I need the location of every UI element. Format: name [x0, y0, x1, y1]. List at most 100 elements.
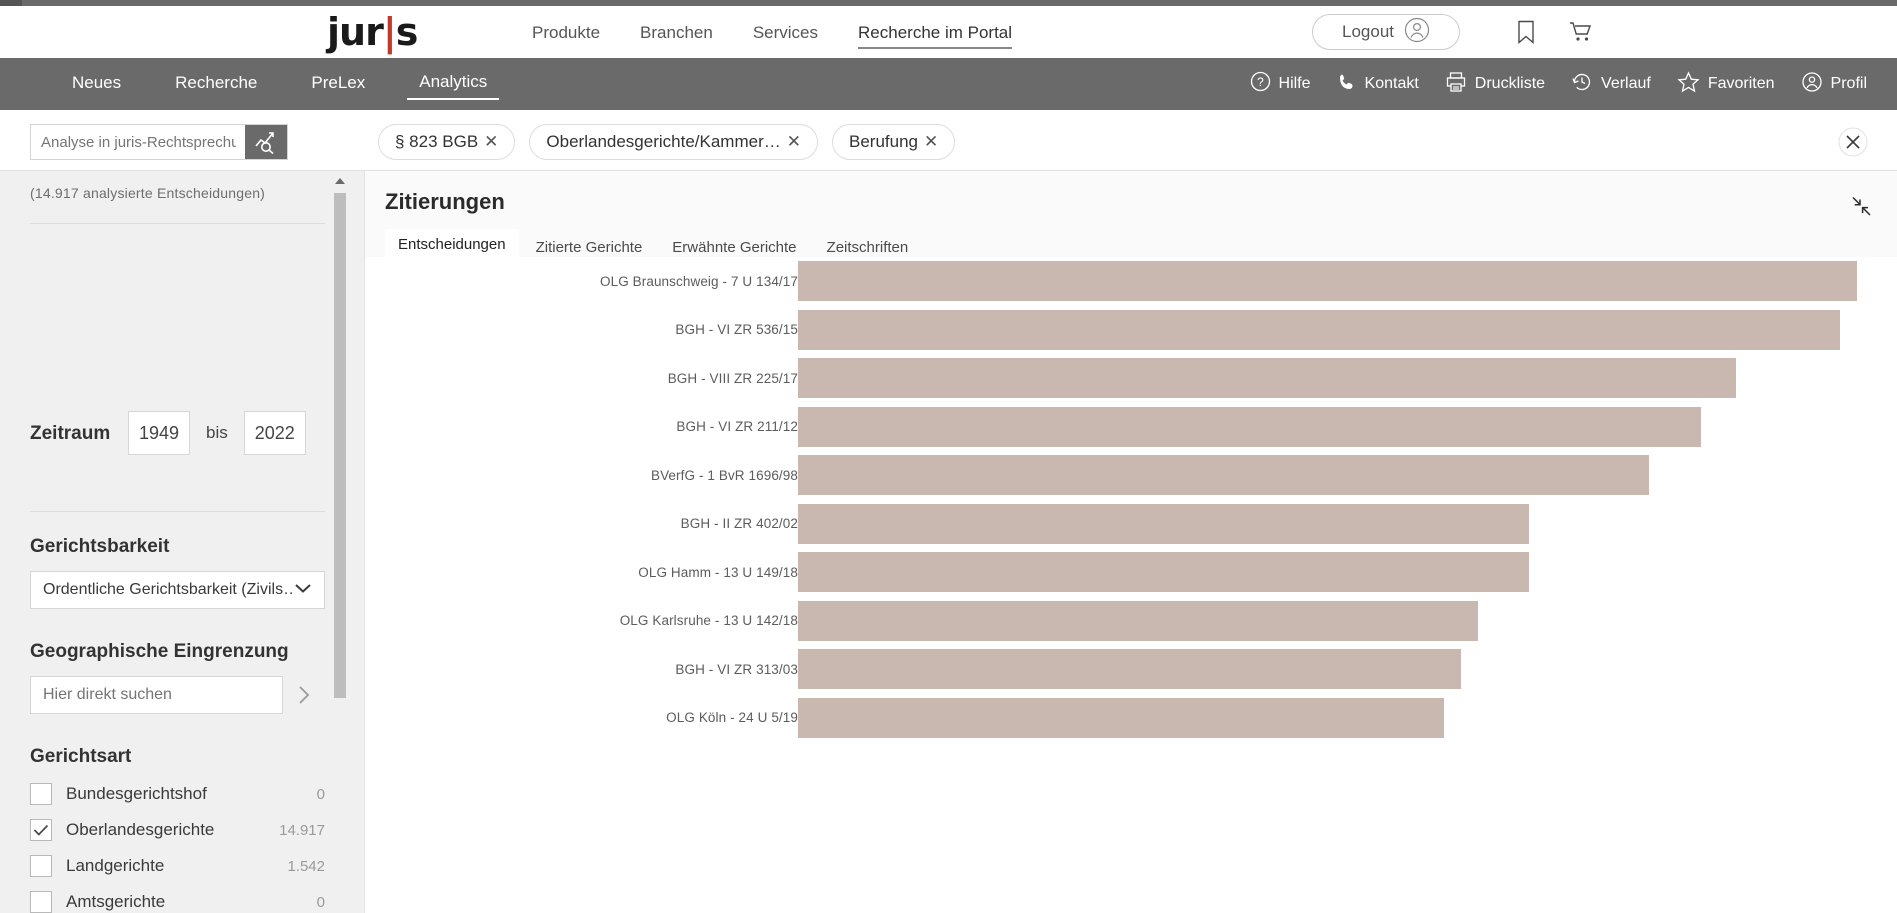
bar[interactable] [798, 455, 1649, 495]
filter-sidebar: (14.917 analysierte Entscheidungen) Zeit… [0, 170, 364, 913]
main-nav-items: Neues Recherche PreLex Analytics [60, 58, 499, 110]
chart-search-icon[interactable] [245, 125, 287, 159]
bar[interactable] [798, 310, 1840, 350]
nav-item-recherche[interactable]: Recherche [163, 69, 269, 99]
checkbox-unchecked-icon[interactable] [30, 855, 52, 877]
bar-row[interactable]: BGH - VI ZR 313/03 [365, 645, 1897, 694]
gerichtsart-title: Gerichtsart [30, 746, 131, 768]
sidebar-scrollbar-thumb[interactable] [334, 193, 346, 698]
bar-row[interactable]: BGH - II ZR 402/02 [365, 500, 1897, 549]
bar-row[interactable]: OLG Hamm - 13 U 149/18 [365, 548, 1897, 597]
nav-tool-verlauf-label: Verlauf [1601, 75, 1651, 93]
gerichtsbarkeit-select[interactable]: Ordentliche Gerichtsbarkeit (Zivils… [30, 571, 325, 609]
search-input[interactable] [31, 125, 246, 159]
brand-nav-services[interactable]: Services [753, 23, 818, 49]
collapse-arrows-icon[interactable] [1848, 193, 1874, 219]
filter-chip-berufung[interactable]: Berufung ✕ [832, 124, 955, 160]
nav-tool-verlauf[interactable]: Verlauf [1571, 71, 1651, 98]
nav-item-prelex[interactable]: PreLex [299, 69, 377, 99]
zeitraum-from-input[interactable]: 1949 [128, 411, 190, 455]
star-icon [1677, 71, 1700, 98]
zeitraum-controls: 1949 bis 2022 [128, 411, 306, 455]
brand-header: jur|s Produkte Branchen Services Recherc… [22, 6, 1897, 58]
chip-remove-icon[interactable]: ✕ [924, 132, 938, 152]
top-strip-left-block [0, 0, 22, 6]
brand-nav-recherche-im-portal[interactable]: Recherche im Portal [858, 23, 1012, 49]
scroll-up-arrow-icon[interactable] [334, 175, 346, 187]
gerichtsart-count: 1.542 [287, 858, 325, 875]
bar-label: BGH - II ZR 402/02 [468, 516, 798, 531]
brand-nav-produkte[interactable]: Produkte [532, 23, 600, 49]
sidebar-scrollbar[interactable] [332, 171, 348, 866]
bar-row[interactable]: OLG Braunschweig - 7 U 134/17 [365, 257, 1897, 306]
nav-tool-profil[interactable]: Profil [1801, 71, 1867, 98]
bar[interactable] [798, 698, 1444, 738]
gerichtsart-label: Amtsgerichte [66, 892, 317, 912]
geografische-search-wrap [30, 676, 325, 714]
main-nav-bar: Neues Recherche PreLex Analytics ? Hilfe… [0, 58, 1897, 110]
juris-logo[interactable]: jur|s [327, 10, 417, 54]
zeitraum-to-input[interactable]: 2022 [244, 411, 306, 455]
sidebar-divider-1 [30, 223, 325, 224]
history-clock-icon [1571, 71, 1593, 98]
gerichtsbarkeit-title: Gerichtsbarkeit [30, 536, 169, 558]
close-icon[interactable] [1835, 124, 1871, 160]
bar-label: OLG Hamm - 13 U 149/18 [468, 565, 798, 580]
citations-bar-chart: OLG Braunschweig - 7 U 134/17 BGH - VI ZR… [365, 257, 1897, 913]
brand-nav-branchen[interactable]: Branchen [640, 23, 713, 49]
bar[interactable] [798, 407, 1701, 447]
chip-remove-icon[interactable]: ✕ [787, 132, 801, 152]
bar-row[interactable]: OLG Karlsruhe - 13 U 142/18 [365, 597, 1897, 646]
bar-label: BVerfG - 1 BvR 1696/98 [468, 468, 798, 483]
nav-item-analytics[interactable]: Analytics [407, 68, 499, 100]
bookmark-icon[interactable] [1512, 18, 1540, 46]
app-root: jur|s Produkte Branchen Services Recherc… [0, 0, 1897, 913]
bar-label: BGH - VI ZR 536/15 [468, 322, 798, 337]
nav-tool-hilfe[interactable]: ? Hilfe [1250, 71, 1311, 97]
checkbox-unchecked-icon[interactable] [30, 891, 52, 913]
bar-row[interactable]: BVerfG - 1 BvR 1696/98 [365, 451, 1897, 500]
nav-tool-hilfe-label: Hilfe [1279, 75, 1311, 93]
bar-row[interactable]: OLG Köln - 24 U 5/19 [365, 694, 1897, 743]
bar[interactable] [798, 552, 1529, 592]
chip-label: Oberlandesgerichte/Kammer… [546, 132, 780, 152]
filter-chip-paragraph-823-bgb[interactable]: § 823 BGB ✕ [378, 124, 515, 160]
geografische-search-input[interactable] [30, 676, 283, 714]
bar-label: OLG Braunschweig - 7 U 134/17 [468, 274, 798, 289]
gerichtsart-item-landgerichte[interactable]: Landgerichte 1.542 [30, 848, 325, 884]
bar[interactable] [798, 261, 1857, 301]
filter-chip-oberlandesgerichte[interactable]: Oberlandesgerichte/Kammer… ✕ [529, 124, 818, 160]
bar[interactable] [798, 649, 1461, 689]
bar-row[interactable]: BGH - VI ZR 536/15 [365, 306, 1897, 355]
chevron-right-icon[interactable] [283, 676, 325, 714]
cart-icon[interactable] [1567, 18, 1595, 46]
logo-part-2: s [396, 10, 418, 54]
bar[interactable] [798, 601, 1478, 641]
nav-tool-profil-label: Profil [1831, 75, 1867, 93]
logout-label: Logout [1342, 22, 1394, 42]
nav-tool-kontakt[interactable]: Kontakt [1337, 72, 1419, 97]
chip-label: § 823 BGB [395, 132, 478, 152]
checkbox-checked-icon[interactable] [30, 819, 52, 841]
chip-remove-icon[interactable]: ✕ [484, 132, 498, 152]
nav-tool-favoriten[interactable]: Favoriten [1677, 71, 1775, 98]
nav-tool-druckliste[interactable]: Druckliste [1445, 71, 1545, 98]
gerichtsart-item-amtsgerichte[interactable]: Amtsgerichte 0 [30, 884, 325, 913]
bar-row[interactable]: BGH - VI ZR 211/12 [365, 403, 1897, 452]
nav-item-neues[interactable]: Neues [60, 69, 133, 99]
checkbox-unchecked-icon[interactable] [30, 783, 52, 805]
bar[interactable] [798, 504, 1529, 544]
search-and-filters-row: § 823 BGB ✕ Oberlandesgerichte/Kammer… ✕… [0, 110, 1897, 170]
logout-button[interactable]: Logout [1312, 14, 1460, 50]
gerichtsart-item-bundesgerichtshof[interactable]: Bundesgerichtshof 0 [30, 776, 325, 812]
nav-tool-kontakt-label: Kontakt [1365, 75, 1419, 93]
bar[interactable] [798, 358, 1736, 398]
gerichtsart-count: 0 [317, 786, 325, 803]
gerichtsart-item-oberlandesgerichte[interactable]: Oberlandesgerichte 14.917 [30, 812, 325, 848]
bar-row[interactable]: BGH - VIII ZR 225/17 [365, 354, 1897, 403]
bar-label: BGH - VIII ZR 225/17 [468, 371, 798, 386]
filter-chips: § 823 BGB ✕ Oberlandesgerichte/Kammer… ✕… [378, 124, 955, 160]
chevron-down-icon [294, 581, 312, 599]
geografische-eingrenzung-title: Geographische Eingrenzung [30, 641, 289, 663]
logo-part-1: jur [327, 10, 383, 54]
